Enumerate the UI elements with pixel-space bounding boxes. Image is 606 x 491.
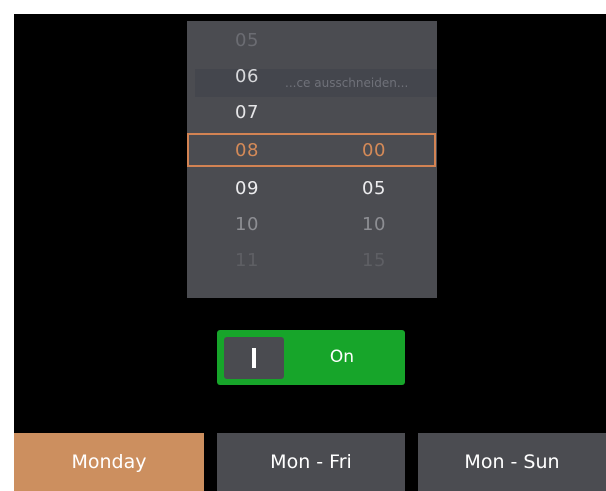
time-picker[interactable]: ...ce ausschneiden... 05 06 07 08 09 10 …	[187, 21, 437, 298]
hour-option[interactable]: 05	[235, 23, 275, 59]
toggle-knob[interactable]	[224, 337, 284, 379]
hour-option[interactable]: 09	[235, 171, 275, 207]
toggle-state-label: On	[329, 347, 355, 367]
hour-option[interactable]: 11	[235, 243, 275, 279]
hour-option[interactable]: 07	[235, 95, 275, 131]
ghost-input-text: ...ce ausschneiden...	[195, 69, 437, 97]
hour-option[interactable]: 10	[235, 207, 275, 243]
minute-option-selected[interactable]: 00	[362, 133, 402, 169]
minute-option[interactable]: 10	[362, 207, 402, 243]
mon-sun-button[interactable]: Mon - Sun	[418, 433, 606, 491]
on-off-toggle[interactable]: On	[217, 330, 405, 385]
monday-button[interactable]: Monday	[14, 433, 204, 491]
minute-option[interactable]: 15	[362, 243, 402, 279]
minute-option[interactable]: 05	[362, 171, 402, 207]
power-bar-icon	[252, 348, 256, 368]
hour-option-selected[interactable]: 08	[235, 133, 275, 169]
screen: ...ce ausschneiden... 05 06 07 08 09 10 …	[14, 14, 606, 491]
hour-option[interactable]: 06	[235, 59, 275, 95]
mon-fri-button[interactable]: Mon - Fri	[217, 433, 405, 491]
